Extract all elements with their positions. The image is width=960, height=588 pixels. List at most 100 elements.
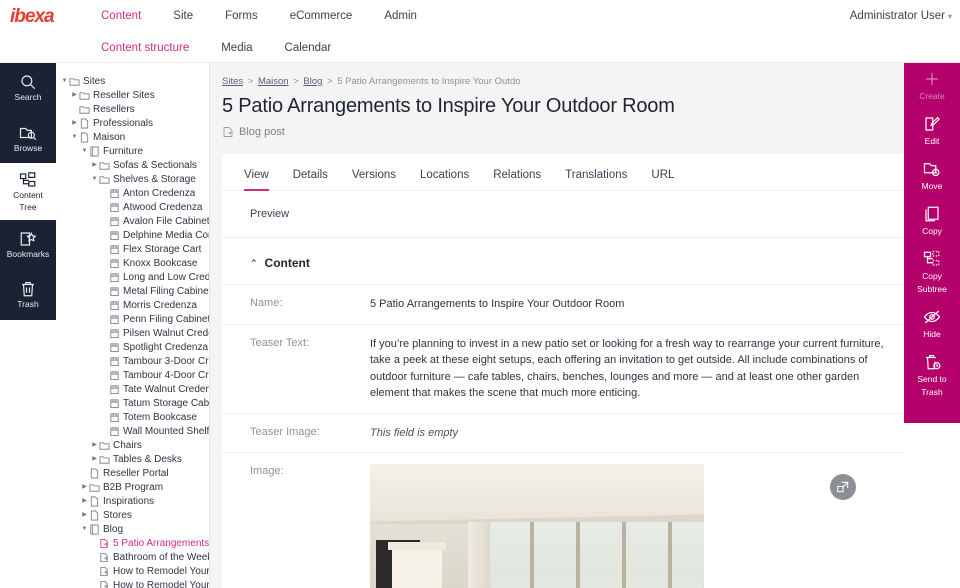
tree-node[interactable]: ▶ Reseller Sites: [56, 88, 209, 102]
subnav-item-content-structure[interactable]: Content structure: [85, 33, 205, 63]
tree-node[interactable]: • Totem Bookcase: [56, 410, 209, 424]
tree-node[interactable]: ▶ Stores: [56, 508, 209, 522]
tree-node[interactable]: • Morris Credenza: [56, 298, 209, 312]
collapse-arrow-icon[interactable]: ▼: [80, 522, 89, 536]
expand-arrow-icon[interactable]: ▶: [90, 438, 99, 452]
image-thumbnail[interactable]: [370, 464, 704, 588]
action-copy-subtree[interactable]: Copy Subtree: [904, 243, 960, 301]
no-arrow-spacer: •: [100, 424, 109, 438]
tree-node[interactable]: ▶ Tables & Desks: [56, 452, 209, 466]
tree-node-label: Tatum Storage Cabinet: [123, 397, 209, 409]
tree-node[interactable]: • Avalon File Cabinet: [56, 214, 209, 228]
tree-node[interactable]: ▶ Sofas & Sectionals: [56, 158, 209, 172]
tree-node[interactable]: ▶ Professionals: [56, 116, 209, 130]
rail-item-bookmarks[interactable]: Bookmarks: [0, 220, 56, 270]
page-icon: [80, 132, 89, 142]
tree-node[interactable]: • Bathroom of the Week: [56, 550, 209, 564]
tree-node[interactable]: • Reseller Portal: [56, 466, 209, 480]
expand-arrow-icon[interactable]: ▶: [80, 508, 89, 522]
left-icon-rail: Search Browse Content Tree Bookmarks Tra…: [0, 63, 56, 320]
tree-node[interactable]: • 5 Patio Arrangements to Inspire Your Ou…: [56, 536, 209, 550]
subnav-item-media[interactable]: Media: [205, 33, 268, 63]
tree-node-label: Professionals: [93, 117, 154, 129]
ibexa-logo[interactable]: ibexa: [0, 6, 85, 28]
nav-item-site[interactable]: Site: [157, 0, 209, 33]
expand-arrow-icon[interactable]: ▶: [80, 494, 89, 508]
tree-node-label: Tambour 3-Door Credenza: [123, 355, 209, 367]
content-section-header[interactable]: ⌃ Content: [222, 238, 904, 284]
breadcrumb-separator: >: [324, 76, 336, 87]
tree-node[interactable]: ▼ Furniture: [56, 144, 209, 158]
tree-node[interactable]: • Anton Credenza: [56, 186, 209, 200]
field-value-name: 5 Patio Arrangements to Inspire Your Out…: [370, 298, 625, 310]
preview-row[interactable]: Preview: [222, 191, 904, 238]
tree-node[interactable]: ▶ B2B Program: [56, 480, 209, 494]
action-label-send-to-trash-2: Trash: [921, 387, 943, 397]
tree-node[interactable]: ▼ Blog: [56, 522, 209, 536]
action-edit[interactable]: Edit: [904, 108, 960, 153]
tab-locations[interactable]: Locations: [408, 169, 481, 190]
tree-node[interactable]: • How to Remodel Your Kitchen: [56, 564, 209, 578]
field-row-teaser-text: Teaser Text: If you’re planning to inves…: [222, 323, 904, 413]
tree-node[interactable]: • Long and Low Credenza: [56, 270, 209, 284]
product-icon: [110, 286, 119, 296]
tree-node[interactable]: • Tambour 3-Door Credenza: [56, 354, 209, 368]
tab-relations[interactable]: Relations: [481, 169, 553, 190]
tab-url[interactable]: URL: [639, 169, 686, 190]
tree-node[interactable]: ▼ Shelves & Storage: [56, 172, 209, 186]
action-copy[interactable]: Copy: [904, 198, 960, 243]
tree-node[interactable]: • How to Remodel Your Bathroom: [56, 578, 209, 588]
tree-node[interactable]: • Tambour 4-Door Credenza: [56, 368, 209, 382]
collapse-arrow-icon[interactable]: ▼: [80, 144, 89, 158]
collapse-arrow-icon[interactable]: ▼: [70, 130, 79, 144]
nav-item-content[interactable]: Content: [85, 0, 157, 33]
rail-item-search[interactable]: Search: [0, 63, 56, 113]
action-move[interactable]: Move: [904, 153, 960, 198]
subnav-item-calendar[interactable]: Calendar: [269, 33, 348, 63]
nav-item-ecommerce[interactable]: eCommerce: [274, 0, 369, 33]
expand-arrow-icon[interactable]: ▶: [70, 88, 79, 102]
tree-node[interactable]: ▶ Chairs: [56, 438, 209, 452]
tree-node[interactable]: • Resellers: [56, 102, 209, 116]
room-light-fixture: [388, 542, 446, 550]
tree-node[interactable]: • Tate Walnut Credenza: [56, 382, 209, 396]
breadcrumb-link[interactable]: Maison: [258, 76, 289, 87]
user-menu[interactable]: Administrator User ▾: [850, 0, 952, 33]
content-tree-panel[interactable]: ▼ Sites ▶ Reseller Sites • Resellers ▶ Professi…: [56, 63, 210, 588]
action-send-to-trash[interactable]: Send to Trash: [904, 346, 960, 404]
tree-node[interactable]: • Pilsen Walnut Credenza: [56, 326, 209, 340]
expand-image-button[interactable]: [830, 474, 856, 500]
expand-arrow-icon[interactable]: ▶: [90, 158, 99, 172]
collapse-arrow-icon[interactable]: ▼: [60, 74, 69, 88]
no-arrow-spacer: •: [100, 270, 109, 284]
tree-node[interactable]: • Tatum Storage Cabinet: [56, 396, 209, 410]
tree-node[interactable]: ▶ Inspirations: [56, 494, 209, 508]
tree-node[interactable]: ▼ Maison: [56, 130, 209, 144]
tree-node[interactable]: • Delphine Media Console: [56, 228, 209, 242]
tree-node[interactable]: ▼ Sites: [56, 74, 209, 88]
tree-node[interactable]: • Knoxx Bookcase: [56, 256, 209, 270]
nav-item-forms[interactable]: Forms: [209, 0, 274, 33]
collapse-arrow-icon[interactable]: ▼: [90, 172, 99, 186]
tab-details[interactable]: Details: [281, 169, 340, 190]
expand-arrow-icon[interactable]: ▶: [80, 480, 89, 494]
tree-node[interactable]: • Penn Filing Cabinet: [56, 312, 209, 326]
tab-view[interactable]: View: [232, 169, 281, 191]
tab-versions[interactable]: Versions: [340, 169, 408, 190]
tree-node[interactable]: • Atwood Credenza: [56, 200, 209, 214]
tab-translations[interactable]: Translations: [553, 169, 639, 190]
rail-item-browse[interactable]: Browse: [0, 113, 56, 163]
expand-arrow-icon[interactable]: ▶: [90, 452, 99, 466]
breadcrumb-link[interactable]: Sites: [222, 76, 243, 87]
rail-item-trash[interactable]: Trash: [0, 270, 56, 320]
tree-node[interactable]: • Metal Filing Cabinet: [56, 284, 209, 298]
tree-node[interactable]: • Spotlight Credenza: [56, 340, 209, 354]
tree-node[interactable]: • Flex Storage Cart: [56, 242, 209, 256]
rail-item-content-tree[interactable]: Content Tree: [0, 163, 56, 220]
breadcrumb-link[interactable]: Blog: [303, 76, 322, 87]
tree-node[interactable]: • Wall Mounted Shelf: [56, 424, 209, 438]
folder-icon: [89, 483, 100, 492]
nav-item-admin[interactable]: Admin: [368, 0, 433, 33]
expand-arrow-icon[interactable]: ▶: [70, 116, 79, 130]
action-hide[interactable]: Hide: [904, 301, 960, 346]
